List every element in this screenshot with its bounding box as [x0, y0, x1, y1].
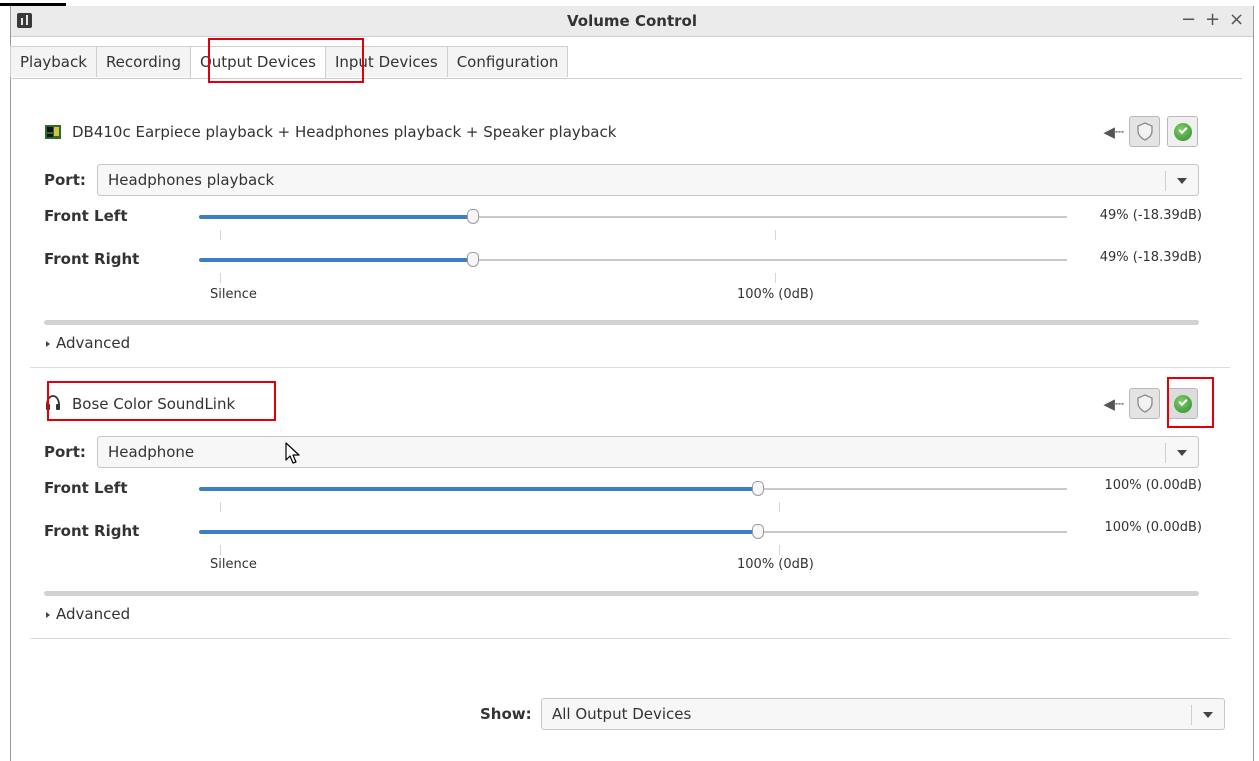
chevron-down-icon	[1177, 450, 1187, 456]
port-label: Port:	[44, 171, 86, 189]
slider-fill	[199, 530, 758, 534]
chevron-down-icon	[1203, 712, 1213, 718]
mouse-cursor-icon	[285, 442, 301, 470]
tick-mark	[779, 502, 780, 512]
port-value: Headphones playback	[108, 171, 275, 189]
slider-handle[interactable]	[467, 252, 479, 267]
window-title: Volume Control	[567, 12, 697, 30]
scale-silence-label: Silence	[210, 557, 257, 572]
check-icon	[1174, 395, 1192, 413]
device-divider	[30, 638, 1230, 639]
advanced-label: Advanced	[56, 334, 131, 352]
close-button[interactable]: ×	[1229, 11, 1244, 29]
show-filter-select[interactable]: All Output Devices	[541, 698, 1225, 730]
volume-slider-front-left[interactable]	[199, 208, 1067, 226]
device-name: Bose Color SoundLink	[72, 395, 236, 413]
advanced-expander[interactable]: Advanced	[46, 334, 130, 352]
advanced-expander[interactable]: Advanced	[46, 605, 130, 623]
volume-value-front-right: 100% (0.00dB)	[1104, 520, 1202, 535]
device-panel-bose: Bose Color SoundLink ◀┄ Port: Headphone …	[30, 362, 1230, 642]
select-separator	[1191, 705, 1192, 725]
volume-slider-front-right[interactable]	[199, 523, 1067, 541]
advanced-label: Advanced	[56, 605, 131, 623]
tick-mark	[220, 230, 221, 240]
headphones-icon	[44, 394, 62, 412]
slider-handle[interactable]	[752, 481, 764, 496]
device-panel-db410c: DB410c Earpiece playback + Headphones pl…	[30, 90, 1230, 370]
tab-bar: Playback Recording Output Devices Input …	[10, 46, 569, 78]
tick-mark	[779, 545, 780, 555]
show-label: Show:	[480, 705, 532, 723]
tab-output-devices[interactable]: Output Devices	[189, 46, 326, 78]
port-label: Port:	[44, 443, 86, 461]
port-select[interactable]: Headphones playback	[97, 164, 1199, 196]
volume-value-front-left: 100% (0.00dB)	[1104, 478, 1202, 493]
volume-slider-front-left[interactable]	[199, 480, 1067, 498]
slider-handle[interactable]	[752, 524, 764, 539]
slider-fill	[199, 215, 473, 219]
set-default-button[interactable]	[1167, 116, 1198, 147]
tab-underline	[10, 78, 1242, 79]
scale-full-label: 100% (0dB)	[737, 287, 814, 302]
tick-mark	[220, 502, 221, 512]
speaker-mute-icon[interactable]: ◀┄	[1103, 123, 1124, 141]
tab-playback[interactable]: Playback	[10, 46, 97, 77]
device-separator-bar	[44, 591, 1199, 596]
tick-mark	[220, 273, 221, 283]
titlebar: Volume Control − + ×	[11, 6, 1253, 37]
shield-icon	[1137, 122, 1153, 141]
chevron-down-icon	[1177, 178, 1187, 184]
channel-label-front-right: Front Right	[44, 250, 140, 268]
minimize-button[interactable]: −	[1181, 11, 1196, 29]
tick-mark	[220, 545, 221, 555]
sound-card-icon	[44, 123, 62, 141]
scale-silence-label: Silence	[210, 287, 257, 302]
port-select[interactable]: Headphone	[97, 436, 1199, 468]
shield-icon	[1137, 394, 1153, 413]
expander-arrow-icon	[46, 340, 50, 347]
device-separator-bar	[44, 320, 1199, 325]
tab-configuration[interactable]: Configuration	[446, 46, 569, 77]
set-default-button[interactable]	[1167, 388, 1198, 419]
lock-channels-button[interactable]	[1129, 388, 1160, 419]
volume-slider-front-right[interactable]	[199, 251, 1067, 269]
window-controls: − + ×	[1181, 11, 1244, 29]
show-filter-value: All Output Devices	[552, 705, 692, 723]
tick-mark	[775, 230, 776, 240]
slider-fill	[199, 258, 473, 262]
expander-arrow-icon	[46, 611, 50, 618]
check-icon	[1174, 123, 1192, 141]
device-name: DB410c Earpiece playback + Headphones pl…	[72, 123, 617, 141]
tick-mark	[775, 273, 776, 283]
channel-label-front-left: Front Left	[44, 207, 128, 225]
tab-recording[interactable]: Recording	[95, 46, 191, 77]
scale-full-label: 100% (0dB)	[737, 557, 814, 572]
lock-channels-button[interactable]	[1129, 116, 1160, 147]
select-separator	[1165, 171, 1166, 191]
channel-label-front-right: Front Right	[44, 522, 140, 540]
channel-label-front-left: Front Left	[44, 479, 128, 497]
speaker-mute-icon[interactable]: ◀┄	[1103, 395, 1124, 413]
select-separator	[1165, 443, 1166, 463]
maximize-button[interactable]: +	[1205, 11, 1220, 29]
slider-handle[interactable]	[467, 209, 479, 224]
slider-fill	[199, 487, 758, 491]
port-value: Headphone	[108, 443, 195, 461]
volume-value-front-right: 49% (-18.39dB)	[1099, 250, 1202, 265]
tab-input-devices[interactable]: Input Devices	[324, 46, 448, 77]
volume-value-front-left: 49% (-18.39dB)	[1099, 208, 1202, 223]
